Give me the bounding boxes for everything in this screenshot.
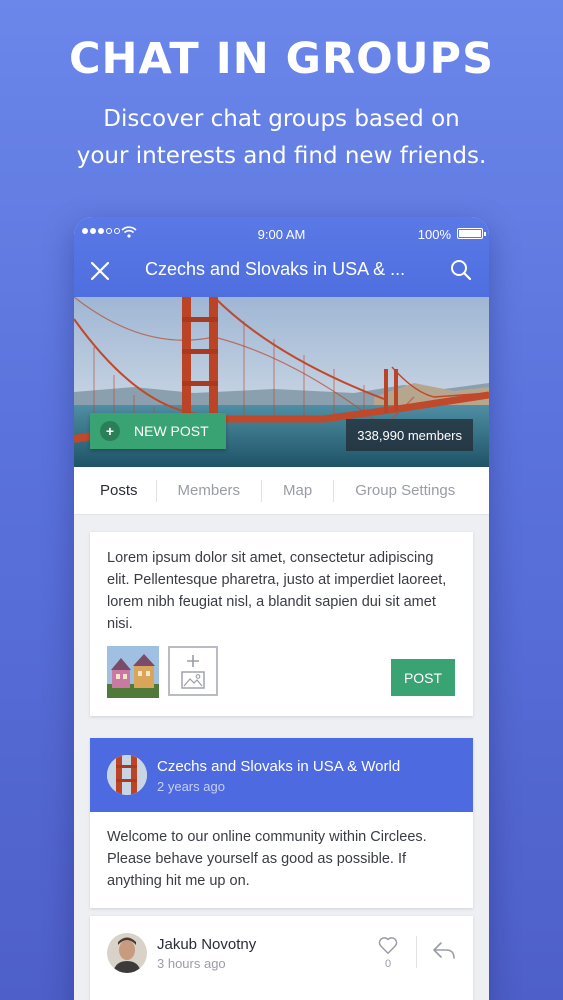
- post-time: 3 hours ago: [157, 956, 226, 971]
- post-time: 2 years ago: [157, 779, 225, 794]
- group-cover-image: + NEW POST 338,990 members: [74, 297, 489, 467]
- post-header: Czechs and Slovaks in USA & World 2 year…: [90, 738, 473, 812]
- promo-subline-line-1: Discover chat groups based on: [103, 106, 460, 132]
- like-count: 0: [384, 958, 392, 970]
- battery-percent: 100%: [417, 227, 451, 242]
- nav-row: Czechs and Slovaks in USA & ...: [74, 253, 489, 289]
- heart-icon[interactable]: [377, 934, 399, 956]
- status-bar: 9:00 AM 100%: [74, 226, 489, 242]
- divider: [416, 936, 417, 968]
- close-icon[interactable]: [88, 259, 112, 283]
- post-body: Welcome to our online community within C…: [107, 829, 427, 889]
- tab-members[interactable]: Members: [157, 479, 263, 502]
- post-button[interactable]: POST: [391, 659, 455, 696]
- feed-post: Czechs and Slovaks in USA & World 2 year…: [90, 738, 473, 908]
- post-author[interactable]: Czechs and Slovaks in USA & World: [157, 758, 400, 775]
- tab-posts[interactable]: Posts: [74, 479, 157, 502]
- tab-group-settings[interactable]: Group Settings: [334, 480, 476, 502]
- phone-screen: 9:00 AM 100% Czechs and Slovaks in USA &…: [74, 217, 489, 1000]
- new-post-button[interactable]: + NEW POST: [90, 413, 226, 449]
- app-header: 9:00 AM 100% Czechs and Slovaks in USA &…: [74, 217, 489, 297]
- avatar[interactable]: [107, 755, 147, 795]
- search-icon[interactable]: [449, 258, 473, 282]
- composer-text[interactable]: Lorem ipsum dolor sit amet, consectetur …: [107, 547, 459, 635]
- avatar[interactable]: [107, 933, 147, 973]
- members-count-badge: 338,990 members: [346, 419, 473, 451]
- tab-map[interactable]: Map: [262, 479, 335, 502]
- group-tabs: Posts Members Map Group Settings: [74, 467, 489, 515]
- new-post-label: NEW POST: [134, 423, 209, 439]
- group-title: Czechs and Slovaks in USA & ...: [145, 259, 406, 279]
- reply-icon[interactable]: [432, 940, 456, 962]
- promo-subline: Discover chat groups based on your inter…: [0, 101, 563, 175]
- post-author[interactable]: Jakub Novotny: [157, 936, 256, 953]
- add-image-icon: [181, 655, 205, 689]
- promo-subline-line-2: your interests and find new friends.: [76, 143, 487, 169]
- battery-icon: [457, 228, 486, 239]
- plus-icon: +: [100, 421, 120, 441]
- feed-post: Jakub Novotny 3 hours ago 0: [90, 916, 473, 1000]
- add-image-button[interactable]: [168, 646, 218, 696]
- attached-image-thumbnail[interactable]: [107, 646, 159, 698]
- post-composer: Lorem ipsum dolor sit amet, consectetur …: [90, 532, 473, 716]
- promo-headline: CHAT IN GROUPS: [68, 34, 495, 84]
